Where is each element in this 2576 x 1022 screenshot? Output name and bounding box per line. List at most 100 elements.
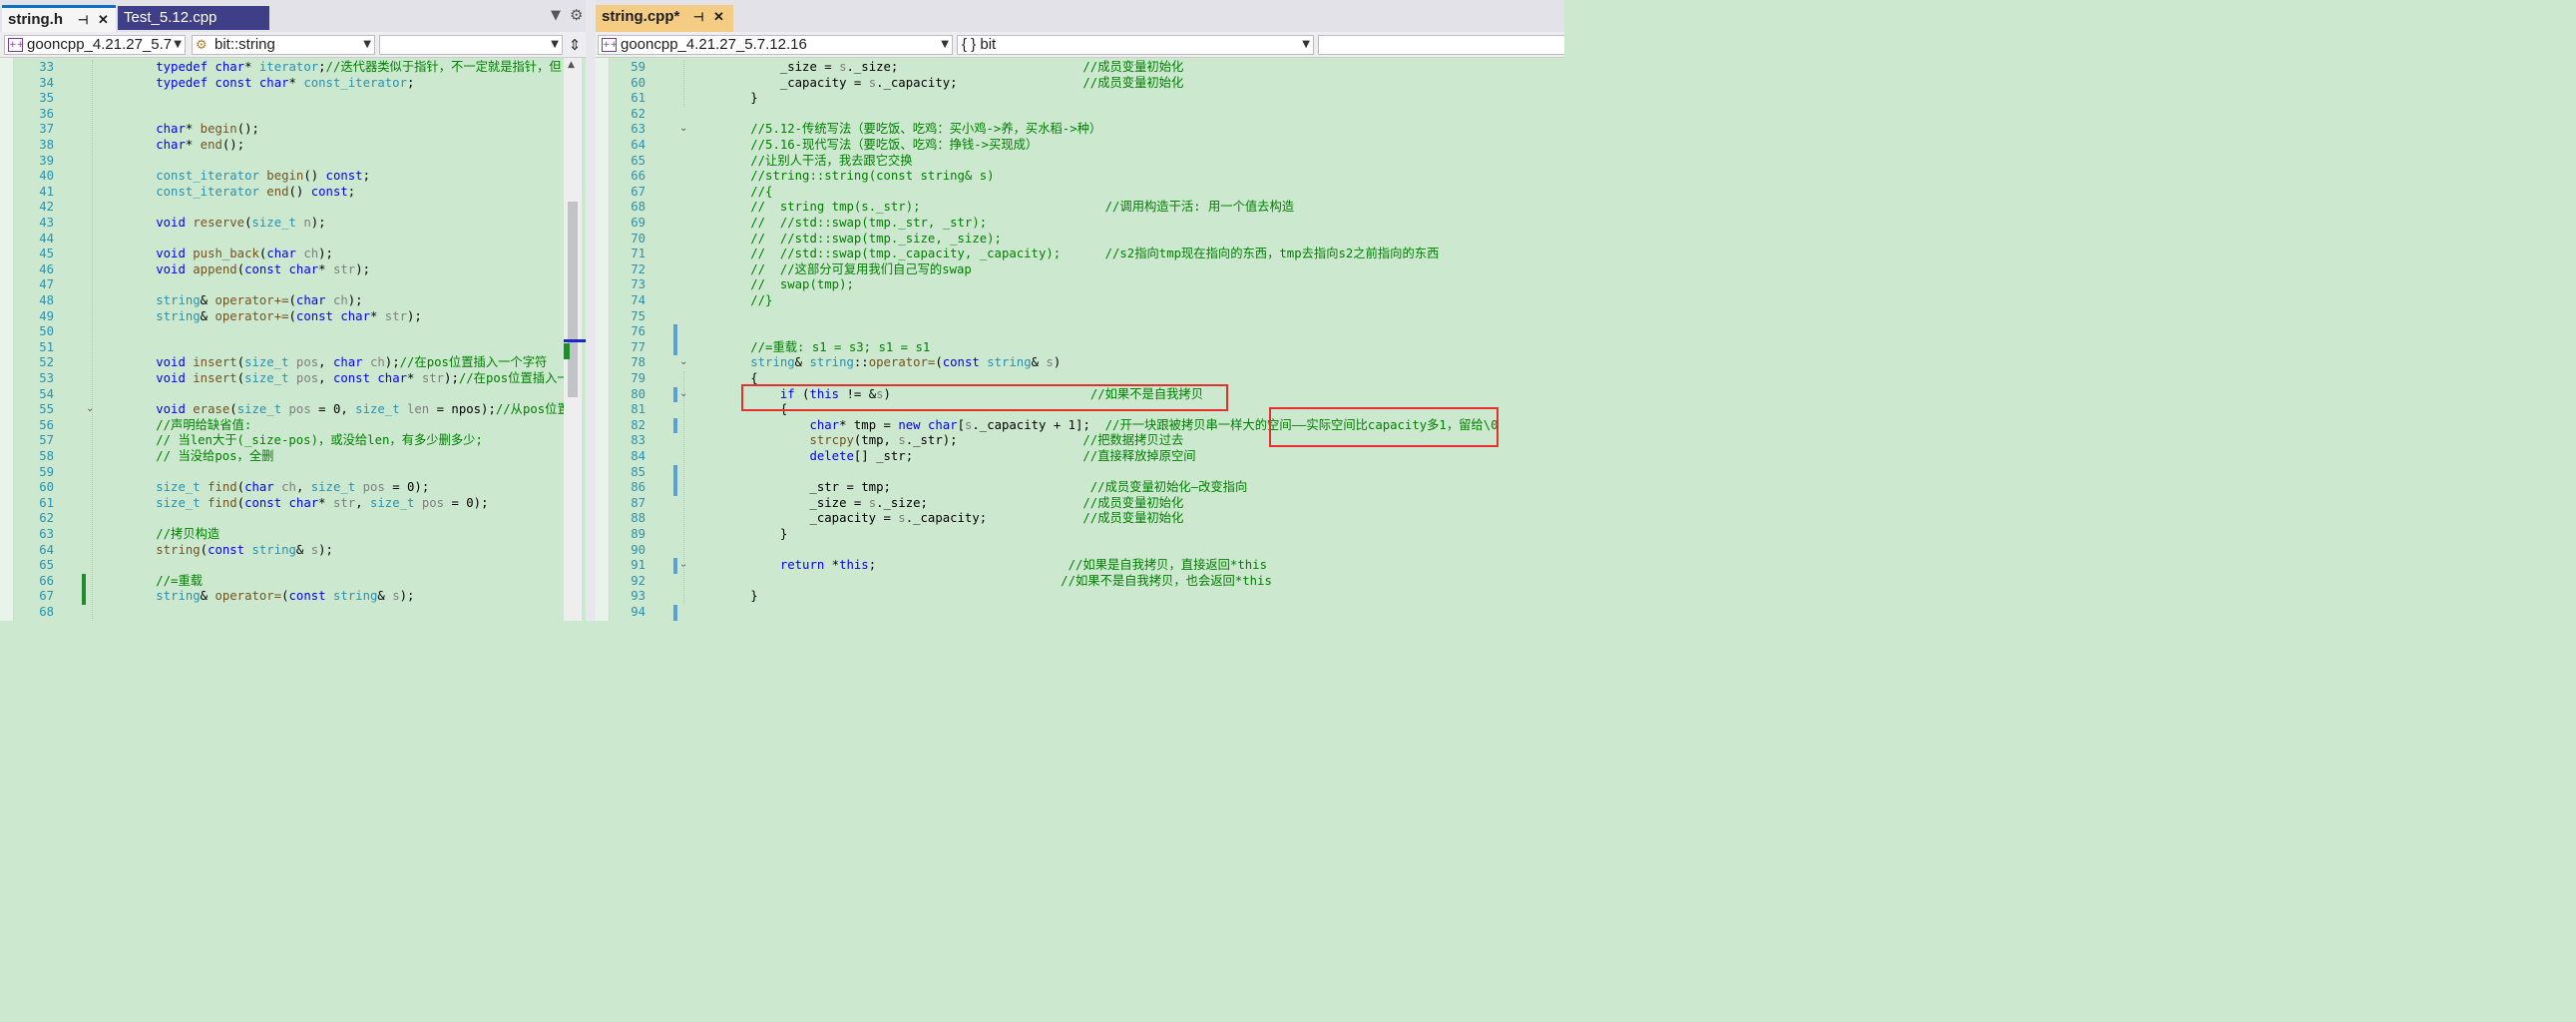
code-line[interactable]: //=重载: [97, 574, 203, 590]
tab-test-5-12-cpp[interactable]: Test_5.12.cpp: [118, 6, 269, 30]
code-line[interactable]: typedef char* iterator;//迭代器类似于指针，不一定就是指…: [97, 60, 561, 76]
highlight-box-self-check: [741, 384, 1228, 411]
fold-toggle-icon[interactable]: ⌄: [679, 388, 689, 399]
left-tab-bar: string.h ⊣ ✕ Test_5.12.cpp ▼ ⚙: [0, 0, 586, 32]
code-line[interactable]: // 当没给pos，全删: [97, 449, 273, 465]
code-line[interactable]: // //std::swap(tmp._str, _str);: [691, 216, 987, 232]
close-icon[interactable]: ✕: [713, 5, 724, 29]
code-line[interactable]: void insert(size_t pos, const char* str)…: [97, 371, 569, 387]
change-tracking-marker: [673, 464, 677, 496]
project-dropdown[interactable]: ++ gooncpp_4.21.27_5.7.12.16 ▼: [598, 35, 953, 55]
code-line[interactable]: const_iterator end() const;: [97, 185, 355, 201]
code-line[interactable]: size_t find(char ch, size_t pos = 0);: [97, 480, 429, 496]
code-line[interactable]: // //这部分可复用我们自己写的swap: [691, 262, 972, 278]
scope-dropdown[interactable]: { } bit ▼: [957, 35, 1314, 55]
tab-label: Test_5.12.cpp: [124, 9, 217, 26]
code-line[interactable]: void reserve(size_t n);: [97, 216, 325, 232]
line-number: 46: [39, 261, 54, 276]
project-dropdown[interactable]: ++ gooncpp_4.21.27_5.7 ▼: [4, 35, 186, 55]
code-line[interactable]: //声明给缺省值:: [97, 418, 251, 434]
code-line[interactable]: return *this; //如果是自我拷贝，直接返回*this: [691, 558, 1267, 574]
line-number: 62: [39, 511, 54, 526]
tab-string-cpp[interactable]: string.cpp* ⊣ ✕: [596, 5, 733, 32]
line-number: 48: [39, 293, 54, 307]
split-editor-icon[interactable]: ⇕: [565, 35, 585, 55]
scroll-up-icon[interactable]: ▲: [568, 60, 575, 70]
fold-toggle-icon[interactable]: ⌄: [679, 124, 689, 134]
code-line[interactable]: typedef const char* const_iterator;: [97, 76, 414, 92]
line-number: 54: [39, 386, 54, 401]
tab-string-h[interactable]: string.h ⊣ ✕: [2, 5, 116, 32]
fold-toggle-icon[interactable]: ⌄: [679, 560, 689, 570]
editor-split-divider[interactable]: [586, 0, 596, 621]
code-line[interactable]: size_t find(const char* str, size_t pos …: [97, 496, 488, 512]
code-line[interactable]: void insert(size_t pos, char ch);//在pos位…: [97, 355, 547, 371]
code-line[interactable]: strcpy(tmp, s._str); //把数据拷贝过去: [691, 433, 1183, 449]
code-line[interactable]: //string::string(const string& s): [691, 169, 994, 185]
code-line[interactable]: char* begin();: [97, 122, 259, 138]
code-line[interactable]: }: [691, 527, 787, 543]
member-dropdown[interactable]: ▼: [379, 35, 563, 55]
code-line[interactable]: // string tmp(s._str); //调用构造干活: 用一个值去构造: [691, 200, 1294, 216]
scope-dropdown[interactable]: ⚙ bit::string ▼: [192, 35, 375, 55]
code-line[interactable]: void push_back(char ch);: [97, 247, 333, 262]
pin-icon[interactable]: ⊣: [693, 5, 703, 29]
close-icon[interactable]: ✕: [98, 8, 109, 32]
gear-icon[interactable]: ⚙: [570, 6, 583, 24]
code-line[interactable]: string& operator+=(char ch);: [97, 293, 362, 309]
cpp-project-icon: ++: [8, 38, 25, 52]
line-number: 34: [39, 75, 54, 90]
code-line[interactable]: // 当len大于(_size-pos)，或没给len，有多少删多少;: [97, 433, 483, 449]
code-line[interactable]: _str = tmp; //成员变量初始化—改变指向: [691, 480, 1247, 496]
pin-icon[interactable]: ⊣: [78, 8, 88, 32]
code-line[interactable]: void append(const char* str);: [97, 262, 370, 278]
code-line[interactable]: //5.16-现代写法（要吃饭、吃鸡：挣钱->买现成）: [691, 138, 1038, 154]
left-navigation-bar: ++ gooncpp_4.21.27_5.7 ▼ ⚙ bit::string ▼…: [0, 32, 586, 58]
code-line[interactable]: //5.12-传统写法（要吃饭、吃鸡：买小鸡->养，买水稻->种）: [691, 122, 1101, 138]
line-number: 47: [39, 277, 54, 292]
line-number: 61: [39, 495, 54, 510]
code-line[interactable]: //如果不是自我拷贝，也会返回*this: [691, 574, 1272, 590]
code-line[interactable]: // swap(tmp);: [691, 277, 854, 293]
line-number: 39: [39, 153, 54, 168]
code-line[interactable]: // //std::swap(tmp._size, _size);: [691, 232, 1002, 248]
code-line[interactable]: _size = s._size; //成员变量初始化: [691, 496, 1183, 512]
member-dropdown[interactable]: [1318, 35, 1564, 55]
code-line[interactable]: char* end();: [97, 138, 244, 154]
right-code-area[interactable]: 59 _size = s._size; //成员变量初始化 60 _capacit…: [596, 58, 1564, 621]
indent-guide: [92, 60, 93, 621]
code-line[interactable]: string& operator=(const string& s);: [97, 589, 414, 605]
code-line[interactable]: }: [691, 91, 757, 107]
indent-guide: [683, 60, 684, 107]
chevron-down-icon[interactable]: ▼: [551, 8, 561, 23]
code-line[interactable]: // //std::swap(tmp._capacity, _capacity)…: [691, 247, 1439, 262]
code-line[interactable]: _size = s._size; //成员变量初始化: [691, 60, 1183, 76]
code-line[interactable]: //拷贝构造: [97, 527, 219, 543]
line-number: 72: [631, 261, 645, 276]
fold-toggle-icon[interactable]: ⌄: [86, 404, 96, 414]
code-line[interactable]: string(const string& s);: [97, 543, 333, 559]
project-label: gooncpp_4.21.27_5.7.12.16: [621, 36, 807, 53]
code-line[interactable]: //让别人干活，我去跟它交换: [691, 154, 912, 170]
line-number: 40: [39, 169, 54, 184]
code-line[interactable]: //{: [691, 185, 772, 201]
code-line[interactable]: string& string::operator=(const string& …: [691, 355, 1061, 371]
code-line[interactable]: }: [691, 589, 757, 605]
code-line[interactable]: _capacity = s._capacity; //成员变量初始化: [691, 511, 1183, 527]
left-code-area[interactable]: 33 typedef char* iterator;//迭代器类似于指针，不一定…: [0, 58, 586, 621]
code-line[interactable]: delete[] _str; //直接释放掉原空间: [691, 449, 1195, 465]
change-tracking-marker: [673, 417, 677, 434]
code-line[interactable]: void erase(size_t pos = 0, size_t len = …: [97, 402, 570, 418]
code-line[interactable]: //}: [691, 293, 772, 309]
line-number: 61: [631, 91, 645, 106]
code-line[interactable]: //=重载: s1 = s3; s1 = s1: [691, 340, 930, 356]
fold-toggle-icon[interactable]: ⌄: [679, 357, 689, 367]
code-line[interactable]: string& operator+=(const char* str);: [97, 309, 422, 325]
line-number: 78: [631, 355, 645, 370]
tab-label: string.cpp*: [602, 8, 680, 25]
line-number: 89: [631, 527, 645, 541]
code-line[interactable]: _capacity = s._capacity; //成员变量初始化: [691, 76, 1183, 92]
code-line[interactable]: const_iterator begin() const;: [97, 169, 370, 185]
line-number: 59: [631, 60, 645, 74]
scrollbar-thumb[interactable]: [568, 202, 578, 397]
